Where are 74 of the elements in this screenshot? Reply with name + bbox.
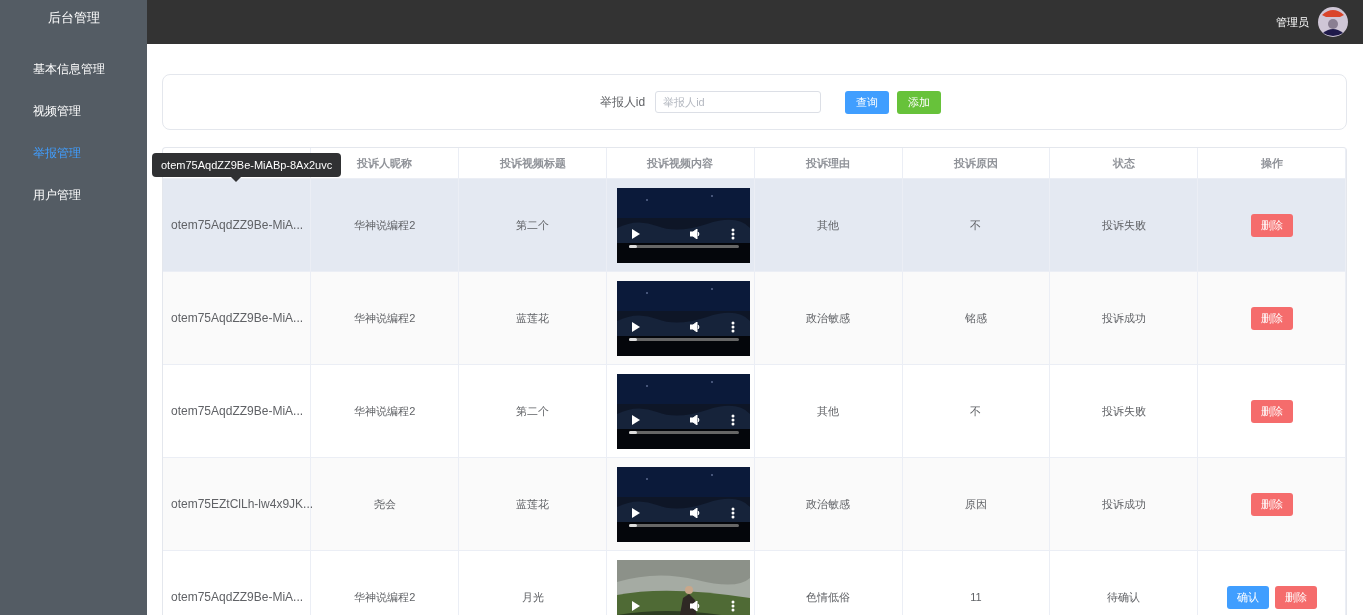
table-cell: otem75AqdZZ9Be-MiA... (163, 550, 311, 615)
more-icon[interactable] (730, 599, 735, 612)
table-cell: 华神说编程2 (310, 271, 459, 365)
volume-icon[interactable] (689, 321, 701, 332)
user-name: 管理员 (1276, 14, 1309, 30)
tooltip: otem75AqdZZ9Be-MiABp-8Ax2uvc (152, 153, 342, 182)
table-cell: 政治敏感 (754, 457, 903, 551)
delete-button[interactable]: 删除 (1274, 585, 1317, 609)
table-cell: 11 (902, 550, 1050, 615)
table-cell: 铭感 (902, 271, 1050, 365)
sidebar-item[interactable]: 用户管理 (0, 174, 147, 216)
sidebar-item[interactable]: 基本信息管理 (0, 48, 147, 90)
table-cell: 尧会 (310, 457, 459, 551)
column-header: 投诉视频内容 (606, 148, 755, 179)
more-icon[interactable] (730, 320, 735, 333)
delete-button[interactable]: 删除 (1250, 213, 1293, 237)
play-icon[interactable] (631, 507, 640, 518)
table-cell: otem75AqdZZ9Be-MiA... (163, 364, 311, 458)
column-header: 投诉理由 (754, 148, 903, 179)
volume-icon[interactable] (689, 600, 701, 611)
more-icon[interactable] (730, 413, 735, 426)
table-cell: 原因 (902, 457, 1050, 551)
table-cell: 月光 (458, 550, 607, 615)
column-header: 状态 (1049, 148, 1198, 179)
table-cell: 不 (902, 364, 1050, 458)
volume-icon[interactable] (689, 507, 701, 518)
table-cell: 投诉成功 (1049, 457, 1198, 551)
confirm-button[interactable]: 确认 (1226, 585, 1269, 609)
table-cell: 华神说编程2 (310, 550, 459, 615)
sidebar-item[interactable]: 视频管理 (0, 90, 147, 132)
progress-bar[interactable] (628, 337, 739, 341)
avatar-icon[interactable] (1318, 7, 1348, 37)
input-field[interactable]: 举报人id (655, 91, 822, 113)
delete-button[interactable]: 删除 (1250, 399, 1293, 423)
column-header: 投诉原因 (902, 148, 1050, 179)
volume-icon[interactable] (689, 414, 701, 425)
table-cell: 不 (902, 178, 1050, 272)
table-cell: 华神说编程2 (310, 364, 459, 458)
table-cell: 投诉失败 (1049, 178, 1198, 272)
column-header: 操作 (1197, 148, 1346, 179)
table-cell: 第二个 (458, 178, 607, 272)
table-cell: 政治敏感 (754, 271, 903, 365)
table-cell: 待确认 (1049, 550, 1198, 615)
play-icon[interactable] (631, 321, 640, 332)
table-cell: otem75EZtClLh-lw4x9JK... (163, 457, 311, 551)
progress-bar[interactable] (628, 244, 739, 248)
play-icon[interactable] (631, 228, 640, 239)
add-button[interactable]: 添加 (897, 90, 942, 114)
progress-bar[interactable] (628, 523, 739, 527)
play-icon[interactable] (631, 600, 640, 611)
more-icon[interactable] (730, 506, 735, 519)
tooltip-arrow (231, 177, 241, 182)
table-cell: 第二个 (458, 364, 607, 458)
table-cell: 投诉失败 (1049, 364, 1198, 458)
play-icon[interactable] (631, 414, 640, 425)
progress-bar[interactable] (628, 430, 739, 434)
table-cell: 其他 (754, 364, 903, 458)
table-cell: otem75AqdZZ9Be-MiA... (163, 178, 311, 272)
table-cell: 蓝莲花 (458, 457, 607, 551)
field-label: 举报人id (599, 93, 646, 111)
delete-button[interactable]: 删除 (1250, 492, 1293, 516)
volume-icon[interactable] (689, 228, 701, 239)
delete-button[interactable]: 删除 (1250, 306, 1293, 330)
sidebar-item[interactable]: 举报管理 (0, 132, 147, 174)
more-icon[interactable] (730, 227, 735, 240)
table-cell: 色情低俗 (754, 550, 903, 615)
table-cell: 华神说编程2 (310, 178, 459, 272)
table-cell: otem75AqdZZ9Be-MiA... (163, 271, 311, 365)
table-cell: 其他 (754, 178, 903, 272)
table-cell: 蓝莲花 (458, 271, 607, 365)
table-cell: 投诉成功 (1049, 271, 1198, 365)
app-title: 后台管理 (46, 9, 101, 27)
search-button[interactable]: 查询 (845, 90, 890, 114)
column-header: 投诉视频标题 (458, 148, 607, 179)
